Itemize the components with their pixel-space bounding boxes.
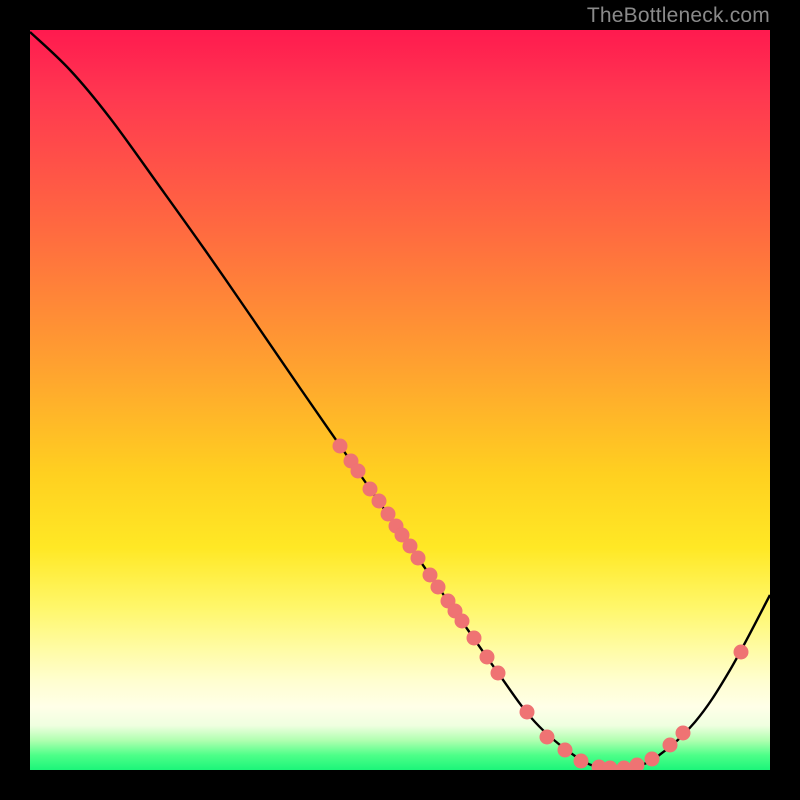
data-point xyxy=(520,705,535,720)
data-point xyxy=(411,551,426,566)
data-point xyxy=(630,758,645,771)
data-point xyxy=(617,761,632,771)
data-point xyxy=(603,761,618,771)
data-point xyxy=(467,631,482,646)
watermark-text: TheBottleneck.com xyxy=(587,4,770,28)
data-point xyxy=(574,754,589,769)
data-point xyxy=(351,464,366,479)
data-point xyxy=(333,439,348,454)
data-points xyxy=(333,439,749,771)
data-point xyxy=(363,482,378,497)
chart-frame xyxy=(30,30,770,770)
bottleneck-curve xyxy=(30,32,770,770)
data-point xyxy=(645,752,660,767)
data-point xyxy=(734,645,749,660)
data-point xyxy=(455,614,470,629)
data-point xyxy=(540,730,555,745)
data-point xyxy=(431,580,446,595)
data-point xyxy=(558,743,573,758)
data-point xyxy=(663,738,678,753)
data-point xyxy=(480,650,495,665)
chart-svg xyxy=(30,30,770,770)
data-point xyxy=(491,666,506,681)
data-point xyxy=(372,494,387,509)
data-point xyxy=(676,726,691,741)
